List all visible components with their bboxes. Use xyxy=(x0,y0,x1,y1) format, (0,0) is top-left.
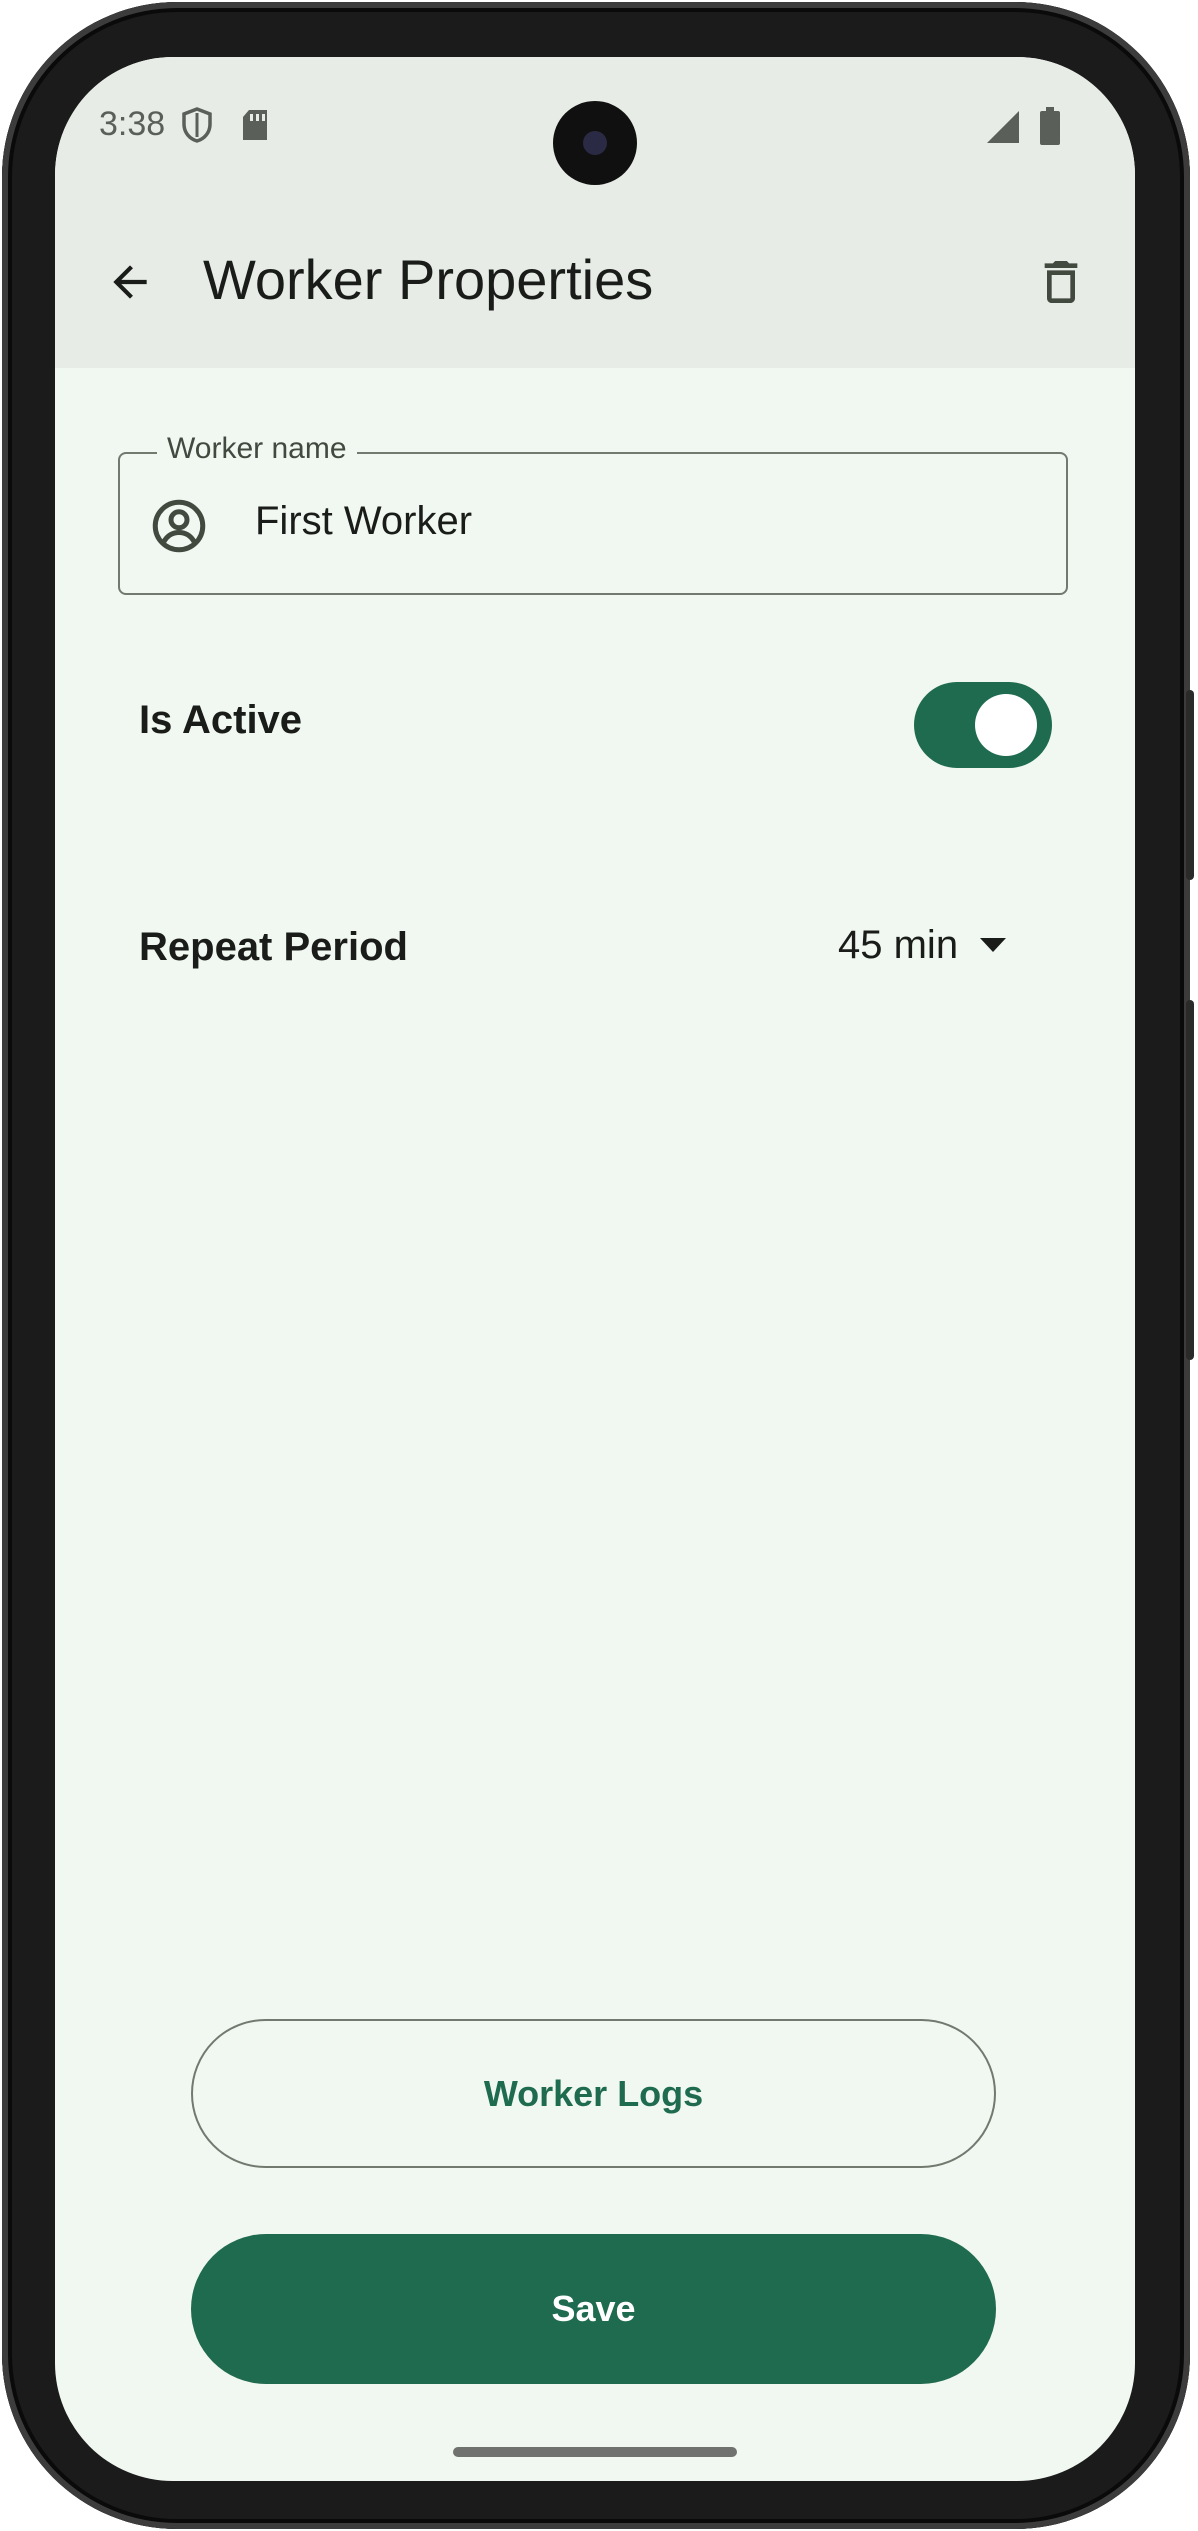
worker-name-value: First Worker xyxy=(255,499,473,543)
front-camera xyxy=(553,101,637,185)
is-active-label: Is Active xyxy=(139,698,303,742)
save-button[interactable]: Save xyxy=(191,2234,996,2384)
repeat-period-value: 45 min xyxy=(838,922,959,967)
sd-card-icon xyxy=(243,110,267,140)
save-label: Save xyxy=(551,2288,636,2329)
battery-icon xyxy=(1040,107,1060,145)
home-indicator[interactable] xyxy=(453,2447,737,2457)
screen: 3:38 Worker Properties Worker name First… xyxy=(55,57,1135,2481)
worker-logs-button[interactable]: Worker Logs xyxy=(191,2019,996,2168)
back-arrow-icon[interactable] xyxy=(105,257,155,307)
signal-icon xyxy=(987,111,1019,143)
toggle-knob xyxy=(975,694,1037,756)
page-title: Worker Properties xyxy=(203,248,654,311)
status-time: 3:38 xyxy=(99,105,166,143)
repeat-period-label: Repeat Period xyxy=(139,925,408,969)
account-circle-icon xyxy=(152,499,206,553)
is-active-toggle[interactable] xyxy=(914,682,1052,768)
volume-button xyxy=(1186,1000,1194,1360)
worker-logs-label: Worker Logs xyxy=(483,2072,704,2114)
trash-icon[interactable] xyxy=(1033,254,1089,310)
shield-icon xyxy=(182,107,212,143)
worker-name-label: Worker name xyxy=(157,432,357,466)
dropdown-arrow-icon xyxy=(980,938,1007,952)
power-button xyxy=(1186,690,1194,880)
repeat-period-dropdown[interactable]: 45 min xyxy=(838,915,1008,975)
